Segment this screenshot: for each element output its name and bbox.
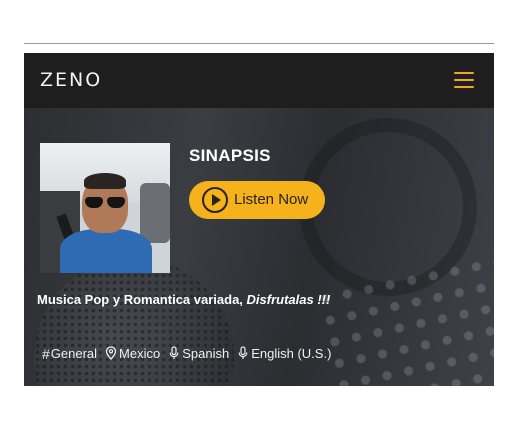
tag-label: Mexico [119, 345, 161, 361]
hamburger-menu-icon[interactable] [454, 72, 474, 88]
location-pin-icon [105, 346, 117, 360]
station-hero: SINAPSIS Listen Now Musica Pop y Romanti… [24, 108, 494, 386]
tag-label: Spanish [182, 345, 230, 361]
station-card: ZENO SINAPSIS Listen Now Musica Pop y Ro… [24, 53, 494, 386]
tag-label: General [50, 345, 98, 361]
description-main-text: Musica Pop y Romantica variada, [37, 292, 247, 307]
microphone-icon [238, 346, 248, 359]
top-navbar: ZENO [24, 53, 494, 108]
tag-mexico[interactable]: Mexico [105, 346, 160, 361]
listen-now-button[interactable]: Listen Now [189, 181, 325, 219]
station-cover-image [40, 143, 170, 273]
station-tags: # General Mexico Spanish English (U.S.) [42, 344, 339, 363]
zeno-logo[interactable]: ZENO [40, 69, 102, 91]
tag-english[interactable]: English (U.S.) [237, 346, 331, 361]
play-icon [202, 187, 228, 213]
hash-icon: # [42, 346, 50, 362]
tag-spanish[interactable]: Spanish [168, 346, 229, 361]
tag-label: English (U.S.) [251, 345, 332, 361]
microphone-icon [169, 346, 179, 359]
station-description: Musica Pop y Romantica variada, Disfruta… [37, 292, 330, 307]
description-emphasis-text: Disfrutalas !!! [246, 292, 331, 307]
tag-general[interactable]: # General [42, 345, 98, 363]
listen-now-label: Listen Now [234, 191, 309, 208]
top-divider [24, 43, 494, 44]
background-microphone-image [34, 258, 234, 386]
station-title: SINAPSIS [189, 146, 271, 165]
